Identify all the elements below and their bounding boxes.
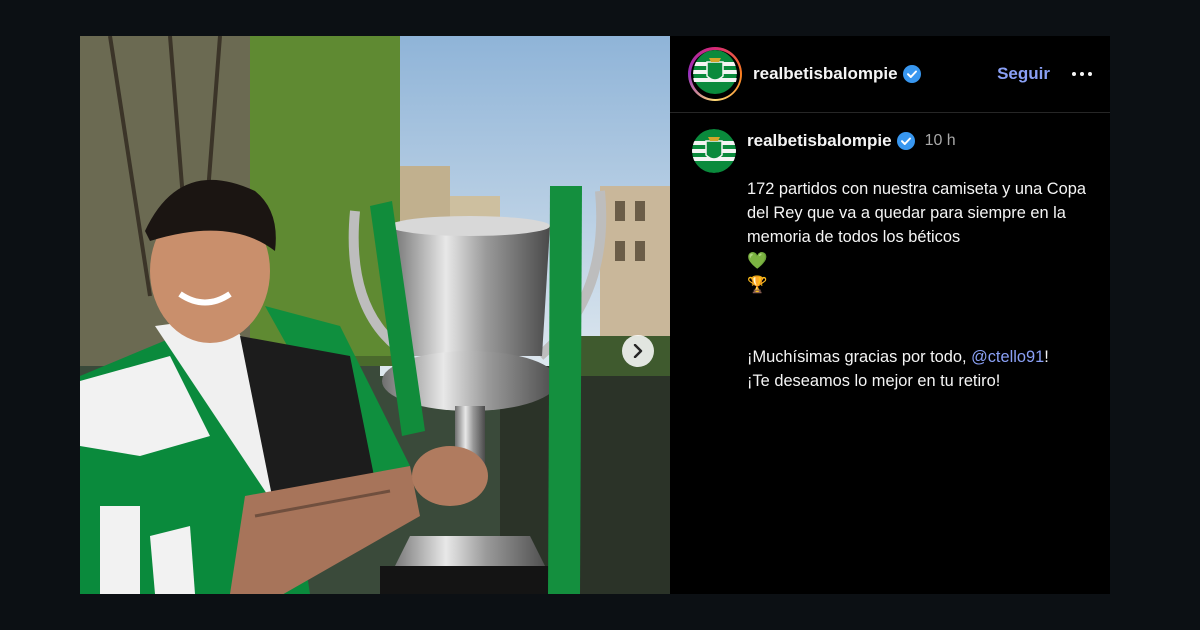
caption-avatar[interactable] (692, 129, 736, 173)
next-slide-button[interactable] (622, 335, 654, 367)
post-media[interactable] (80, 36, 670, 594)
caption-paragraph-1: 172 partidos con nuestra camiseta y una … (747, 153, 1092, 297)
chevron-right-icon (632, 344, 644, 358)
caption-text: 172 partidos con nuestra camiseta y una … (747, 180, 1086, 246)
caption-username[interactable]: realbetisbalompie (747, 131, 892, 151)
verified-badge-icon (896, 132, 915, 150)
header-username[interactable]: realbetisbalompie (753, 64, 898, 84)
story-ring[interactable] (688, 47, 742, 101)
green-heart-emoji: 💚 (747, 252, 768, 270)
caption-paragraph-2: ¡Muchísimas gracias por todo, @ctello91! (747, 321, 1092, 369)
post-header: realbetisbalompie Seguir (670, 36, 1110, 113)
caption-thanks-prefix: ¡Muchísimas gracias por todo, (747, 348, 972, 366)
caption-paragraph-3: ¡Te deseamos lo mejor en tu retiro! (747, 372, 1001, 390)
verified-badge-icon (902, 65, 921, 83)
trophy-emoji: 🏆 (747, 276, 768, 294)
follow-button[interactable]: Seguir (997, 64, 1050, 84)
more-options-icon[interactable] (1072, 72, 1092, 76)
avatar[interactable] (693, 49, 737, 99)
caption-thanks-suffix: ! (1044, 348, 1049, 366)
post-photo (80, 36, 670, 594)
instagram-post: realbetisbalompie Seguir realbetisbalomp… (80, 36, 1110, 594)
mention-link[interactable]: @ctello91 (971, 348, 1044, 366)
post-timestamp[interactable]: 10 h (925, 132, 956, 150)
post-sidebar: realbetisbalompie Seguir realbetisbalomp… (670, 36, 1110, 594)
post-caption: realbetisbalompie 10 h 172 partidos con … (670, 113, 1110, 393)
